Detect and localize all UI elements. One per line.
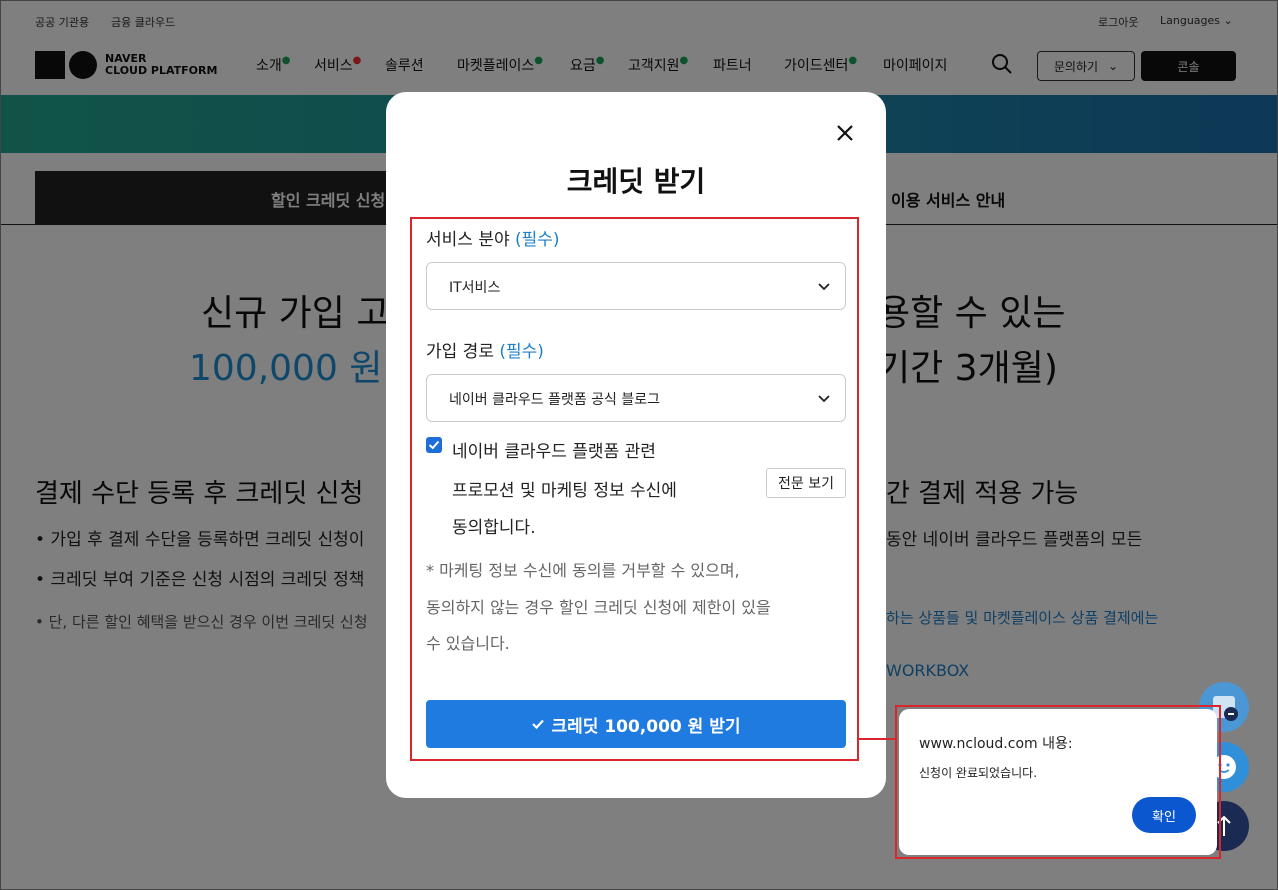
get-credit-button[interactable]: 크레딧 100,000 원 받기 (426, 700, 846, 748)
signup-path-value: 네이버 클라우드 플랫폼 공식 블로그 (449, 392, 660, 408)
field-label-text: 서비스 분야 (426, 230, 510, 250)
consent-note-line3: 수 있습니다. (426, 634, 510, 653)
modal-title: 크레딧 받기 (566, 165, 706, 198)
consent-line3: 동의합니다. (452, 518, 536, 538)
alert-title: www.ncloud.com 내용: (919, 736, 1073, 752)
alert-ok-button[interactable]: 확인 (1132, 797, 1196, 833)
get-credit-label: 크레딧 100,000 원 받기 (551, 716, 741, 737)
service-field-select[interactable]: IT서비스 (426, 262, 846, 310)
marketing-consent-checkbox[interactable] (426, 437, 442, 453)
consent-line2: 프로모션 및 마케팅 정보 수신에 (452, 481, 677, 501)
service-field-label: 서비스 분야 (필수) (426, 225, 560, 250)
chevron-down-icon (818, 395, 830, 403)
required-marker: (필수) (499, 342, 544, 362)
view-full-terms-button[interactable]: 전문 보기 (766, 468, 846, 498)
alert-message: 신청이 완료되었습니다. (919, 766, 1038, 780)
checkmark-icon (428, 440, 440, 450)
credit-modal: 크레딧 받기 서비스 분야 (필수) IT서비스 가입 경로 (필수) 네이버 … (386, 92, 886, 798)
check-icon (532, 719, 545, 730)
signup-path-label: 가입 경로 (필수) (426, 337, 544, 362)
field-label-text: 가입 경로 (426, 342, 494, 362)
service-field-value: IT서비스 (449, 280, 501, 296)
close-icon[interactable] (834, 122, 856, 144)
highlight-connector (858, 738, 896, 740)
signup-path-select[interactable]: 네이버 클라우드 플랫폼 공식 블로그 (426, 374, 846, 422)
consent-note-line2: 동의하지 않는 경우 할인 크레딧 신청에 제한이 있을 (426, 598, 771, 617)
browser-viewport: 공공 기관용 금융 클라우드 로그아웃 Languages ⌄ NAVER CL… (0, 0, 1278, 890)
browser-alert-dialog: www.ncloud.com 내용: 신청이 완료되었습니다. 확인 (899, 709, 1217, 855)
consent-line1: 네이버 클라우드 플랫폼 관련 (452, 442, 656, 462)
required-marker: (필수) (515, 230, 560, 250)
chevron-down-icon (818, 283, 830, 291)
consent-note-line1: * 마케팅 정보 수신에 동의를 거부할 수 있으며, (426, 561, 740, 580)
